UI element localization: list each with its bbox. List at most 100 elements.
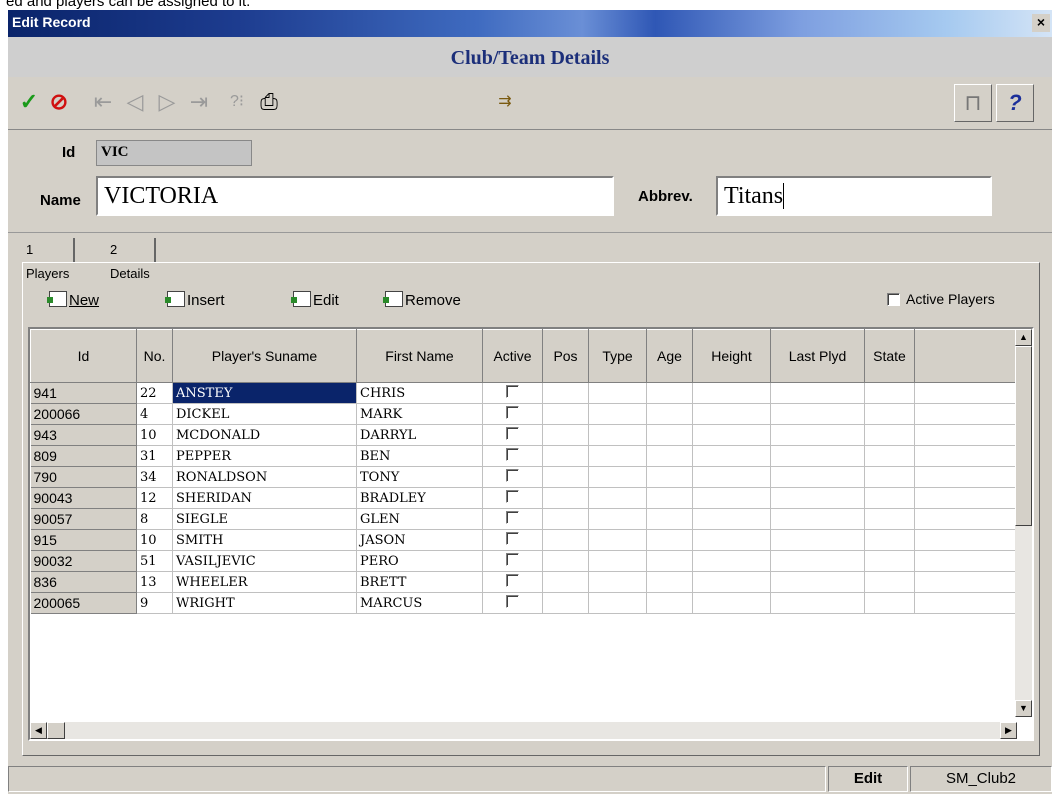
player-active-cell[interactable] bbox=[482, 550, 543, 572]
player-filler-cell[interactable] bbox=[914, 466, 1020, 488]
player-surname-cell[interactable]: SIEGLE bbox=[172, 508, 357, 530]
player-number-cell[interactable]: 13 bbox=[136, 571, 173, 593]
close-icon[interactable]: × bbox=[1032, 14, 1050, 32]
player-id-cell[interactable]: 200066 bbox=[30, 403, 137, 425]
cancel-icon[interactable]: ⊘ bbox=[46, 87, 72, 117]
player-filler-cell[interactable] bbox=[914, 424, 1020, 446]
column-header[interactable]: Active bbox=[482, 329, 543, 383]
player-first-name-cell[interactable]: BEN bbox=[356, 445, 483, 467]
player-last-played-cell[interactable] bbox=[770, 550, 865, 572]
player-state-cell[interactable] bbox=[864, 487, 915, 509]
player-pos-cell[interactable] bbox=[542, 445, 589, 467]
active-players-checkbox[interactable] bbox=[887, 293, 900, 306]
horizontal-scroll-thumb[interactable] bbox=[47, 722, 65, 739]
tab-players[interactable]: 1 Players bbox=[22, 238, 76, 281]
navigate-icon[interactable]: ⇉ bbox=[492, 87, 518, 117]
player-type-cell[interactable] bbox=[588, 571, 647, 593]
active-checkbox[interactable] bbox=[506, 405, 519, 419]
player-pos-cell[interactable] bbox=[542, 592, 589, 614]
player-type-cell[interactable] bbox=[588, 508, 647, 530]
table-row[interactable]: 90043 12 SHERIDAN BRADLEY bbox=[30, 487, 1020, 509]
player-pos-cell[interactable] bbox=[542, 508, 589, 530]
table-row[interactable]: 200065 9 WRIGHT MARCUS bbox=[30, 592, 1020, 614]
player-id-cell[interactable]: 941 bbox=[30, 382, 137, 404]
player-active-cell[interactable] bbox=[482, 403, 543, 425]
player-active-cell[interactable] bbox=[482, 529, 543, 551]
player-pos-cell[interactable] bbox=[542, 529, 589, 551]
active-players-toggle[interactable]: Active Players bbox=[887, 291, 995, 307]
player-type-cell[interactable] bbox=[588, 466, 647, 488]
player-last-played-cell[interactable] bbox=[770, 508, 865, 530]
player-first-name-cell[interactable]: MARK bbox=[356, 403, 483, 425]
player-age-cell[interactable] bbox=[646, 382, 693, 404]
player-surname-cell[interactable]: VASILJEVIC bbox=[172, 550, 357, 572]
player-first-name-cell[interactable]: CHRIS bbox=[356, 382, 483, 404]
horizontal-scrollbar[interactable]: ◀ ▶ bbox=[30, 722, 1017, 739]
first-record-icon[interactable]: ⇤ bbox=[90, 87, 116, 117]
player-height-cell[interactable] bbox=[692, 424, 771, 446]
player-active-cell[interactable] bbox=[482, 466, 543, 488]
player-surname-cell[interactable]: MCDONALD bbox=[172, 424, 357, 446]
player-height-cell[interactable] bbox=[692, 550, 771, 572]
table-row[interactable]: 809 31 PEPPER BEN bbox=[30, 445, 1020, 467]
column-header[interactable]: First Name bbox=[356, 329, 483, 383]
player-state-cell[interactable] bbox=[864, 424, 915, 446]
player-active-cell[interactable] bbox=[482, 445, 543, 467]
column-header[interactable]: No. bbox=[136, 329, 173, 383]
player-active-cell[interactable] bbox=[482, 571, 543, 593]
player-age-cell[interactable] bbox=[646, 403, 693, 425]
player-age-cell[interactable] bbox=[646, 592, 693, 614]
player-surname-cell[interactable]: DICKEL bbox=[172, 403, 357, 425]
player-pos-cell[interactable] bbox=[542, 382, 589, 404]
scroll-left-icon[interactable]: ◀ bbox=[30, 722, 47, 739]
player-number-cell[interactable]: 10 bbox=[136, 529, 173, 551]
player-state-cell[interactable] bbox=[864, 445, 915, 467]
player-height-cell[interactable] bbox=[692, 529, 771, 551]
player-filler-cell[interactable] bbox=[914, 571, 1020, 593]
player-pos-cell[interactable] bbox=[542, 403, 589, 425]
player-id-cell[interactable]: 790 bbox=[30, 466, 137, 488]
player-age-cell[interactable] bbox=[646, 466, 693, 488]
table-row[interactable]: 90057 8 SIEGLE GLEN bbox=[30, 508, 1020, 530]
column-header[interactable]: Age bbox=[646, 329, 693, 383]
player-number-cell[interactable]: 34 bbox=[136, 466, 173, 488]
player-height-cell[interactable] bbox=[692, 571, 771, 593]
last-record-icon[interactable]: ⇥ bbox=[186, 87, 212, 117]
column-header[interactable]: Player's Suname bbox=[172, 329, 357, 383]
scroll-down-icon[interactable]: ▼ bbox=[1015, 700, 1032, 717]
player-active-cell[interactable] bbox=[482, 382, 543, 404]
player-surname-cell[interactable]: RONALDSON bbox=[172, 466, 357, 488]
player-first-name-cell[interactable]: GLEN bbox=[356, 508, 483, 530]
player-type-cell[interactable] bbox=[588, 382, 647, 404]
active-checkbox[interactable] bbox=[506, 468, 519, 482]
player-state-cell[interactable] bbox=[864, 403, 915, 425]
player-state-cell[interactable] bbox=[864, 466, 915, 488]
player-first-name-cell[interactable]: MARCUS bbox=[356, 592, 483, 614]
player-filler-cell[interactable] bbox=[914, 382, 1020, 404]
help-icon[interactable]: ? bbox=[996, 84, 1034, 122]
player-last-played-cell[interactable] bbox=[770, 445, 865, 467]
player-state-cell[interactable] bbox=[864, 508, 915, 530]
player-pos-cell[interactable] bbox=[542, 571, 589, 593]
player-first-name-cell[interactable]: JASON bbox=[356, 529, 483, 551]
player-pos-cell[interactable] bbox=[542, 487, 589, 509]
player-number-cell[interactable]: 9 bbox=[136, 592, 173, 614]
active-checkbox[interactable] bbox=[506, 489, 519, 503]
player-height-cell[interactable] bbox=[692, 382, 771, 404]
player-id-cell[interactable]: 90043 bbox=[30, 487, 137, 509]
player-last-played-cell[interactable] bbox=[770, 592, 865, 614]
player-last-played-cell[interactable] bbox=[770, 529, 865, 551]
player-surname-cell[interactable]: SHERIDAN bbox=[172, 487, 357, 509]
player-filler-cell[interactable] bbox=[914, 403, 1020, 425]
active-checkbox[interactable] bbox=[506, 531, 519, 545]
player-height-cell[interactable] bbox=[692, 487, 771, 509]
player-pos-cell[interactable] bbox=[542, 424, 589, 446]
player-type-cell[interactable] bbox=[588, 592, 647, 614]
player-filler-cell[interactable] bbox=[914, 487, 1020, 509]
player-state-cell[interactable] bbox=[864, 382, 915, 404]
player-state-cell[interactable] bbox=[864, 571, 915, 593]
player-surname-cell[interactable]: PEPPER bbox=[172, 445, 357, 467]
player-id-cell[interactable]: 943 bbox=[30, 424, 137, 446]
active-checkbox[interactable] bbox=[506, 384, 519, 398]
player-height-cell[interactable] bbox=[692, 466, 771, 488]
